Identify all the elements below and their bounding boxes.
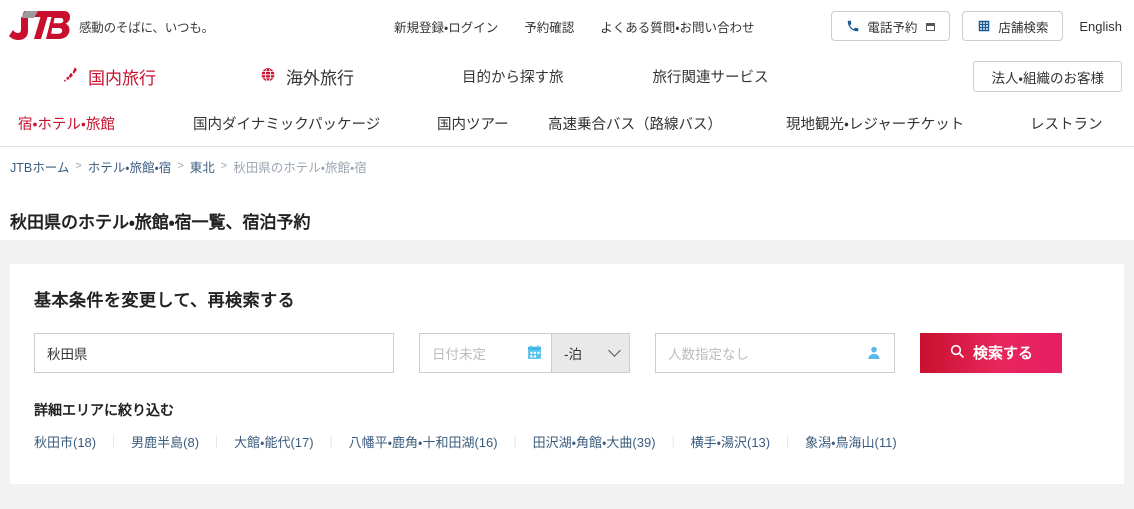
person-icon[interactable] bbox=[866, 345, 882, 361]
area-link-yokote-yuzawa[interactable]: 横手・湯沢(13) bbox=[691, 432, 771, 451]
brand-tagline: 感動のそばに、いつも。 bbox=[79, 20, 214, 35]
checkin-date-placeholder: 日付未定 bbox=[432, 346, 486, 362]
chevron-down-icon bbox=[608, 344, 621, 358]
breadcrumb-separator: > bbox=[177, 160, 184, 172]
phone-reservation-button[interactable]: 電話予約 bbox=[831, 11, 951, 41]
utility-link-faq-contact[interactable]: よくある質問・お問い合わせ bbox=[600, 17, 754, 36]
building-icon bbox=[977, 19, 991, 33]
guests-input[interactable]: 人数指定なし bbox=[655, 332, 895, 373]
corporate-customers-button[interactable]: 法人・組織のお客様 bbox=[973, 61, 1122, 92]
calendar-icon[interactable] bbox=[526, 344, 543, 361]
area-separator: ｜ bbox=[508, 434, 522, 450]
area-separator: ｜ bbox=[324, 434, 338, 450]
page-title: 秋田県のホテル・旅館・宿一覧、宿泊予約 bbox=[0, 196, 1134, 241]
japan-map-icon bbox=[62, 66, 79, 88]
breadcrumb: JTBホーム > ホテル・旅館・宿 > 東北 > 秋田県のホテル・旅館・宿 bbox=[0, 147, 1134, 185]
search-button-label: 検索する bbox=[972, 345, 1033, 363]
nav-overseas-travel-label: 海外旅行 bbox=[286, 69, 354, 88]
area-link-odate-noshiro[interactable]: 大館・能代(17) bbox=[234, 432, 314, 451]
breadcrumb-item-current: 秋田県のホテル・旅館・宿 bbox=[233, 160, 367, 175]
nav-travel-related-services[interactable]: 旅行関連サービス bbox=[653, 66, 769, 87]
breadcrumb-separator: > bbox=[75, 160, 82, 172]
search-panel-wrapper: 基本条件を変更して、再検索する 秋田県 日付未定 -泊 人数指定なし 検索する … bbox=[0, 251, 1134, 509]
external-window-icon bbox=[926, 23, 936, 31]
area-separator: ｜ bbox=[781, 434, 795, 450]
breadcrumb-separator: > bbox=[220, 160, 228, 172]
utility-links: 新規登録・ログイン 予約確認 よくある質問・お問い合わせ bbox=[394, 17, 755, 36]
search-panel-heading: 基本条件を変更して、再検索する bbox=[34, 290, 296, 310]
search-button[interactable]: 検索する bbox=[920, 332, 1062, 373]
category-local-sightseeing[interactable]: 現地観光・レジャーチケット bbox=[786, 113, 964, 134]
site-header: 感動のそばに、いつも。 新規登録・ログイン 予約確認 よくある質問・お問い合わせ… bbox=[0, 0, 1134, 241]
nav-domestic-travel[interactable]: 国内旅行 bbox=[62, 64, 156, 89]
globe-icon bbox=[259, 65, 277, 88]
search-form-row: 秋田県 日付未定 -泊 人数指定なし 検索する bbox=[32, 332, 1102, 373]
category-restaurant[interactable]: レストラン bbox=[1030, 113, 1103, 134]
breadcrumb-item-home[interactable]: JTBホーム bbox=[10, 157, 69, 176]
nights-select-value: -泊 bbox=[564, 346, 582, 362]
brand-logo-block[interactable]: 感動のそばに、いつも。 bbox=[0, 9, 380, 43]
area-separator: ｜ bbox=[107, 434, 121, 450]
jtb-logo-icon[interactable] bbox=[8, 9, 70, 43]
checkin-date-input[interactable]: 日付未定 bbox=[419, 332, 551, 373]
utility-link-register-login[interactable]: 新規登録・ログイン bbox=[394, 17, 498, 36]
search-panel: 基本条件を変更して、再検索する 秋田県 日付未定 -泊 人数指定なし 検索する … bbox=[10, 263, 1124, 484]
area-link-akita-city[interactable]: 秋田市(18) bbox=[34, 432, 96, 451]
nav-overseas-travel[interactable]: 海外旅行 bbox=[259, 64, 354, 89]
area-separator: ｜ bbox=[666, 434, 680, 450]
area-link-hachimantai-kazuno-towadako[interactable]: 八幡平・鹿角・十和田湖(16) bbox=[349, 432, 498, 451]
category-dynamic-package[interactable]: 国内ダイナミックパッケージ bbox=[193, 113, 380, 134]
date-and-nights-group: 日付未定 -泊 bbox=[419, 332, 630, 373]
store-search-label: 店舗検索 bbox=[998, 20, 1049, 35]
utility-buttons: 電話予約 店舗検索 English bbox=[831, 11, 1122, 41]
nav-domestic-travel-label: 国内旅行 bbox=[88, 69, 156, 88]
nights-select[interactable]: -泊 bbox=[551, 332, 630, 373]
english-language-link[interactable]: English bbox=[1079, 19, 1122, 34]
category-lodging[interactable]: 宿・ホテル・旅館 bbox=[18, 113, 115, 134]
phone-reservation-label: 電話予約 bbox=[867, 20, 918, 35]
nav-travel-by-purpose[interactable]: 目的から探す旅 bbox=[462, 66, 564, 87]
guests-input-placeholder: 人数指定なし bbox=[668, 346, 749, 362]
area-filter-heading: 詳細エリアに絞り込む bbox=[34, 401, 174, 418]
category-highway-bus[interactable]: 高速乗合バス（路線バス） bbox=[548, 113, 722, 134]
breadcrumb-item-lodging[interactable]: ホテル・旅館・宿 bbox=[88, 157, 172, 176]
area-link-oga-peninsula[interactable]: 男鹿半島(8) bbox=[131, 432, 199, 451]
destination-input[interactable]: 秋田県 bbox=[34, 332, 394, 373]
utility-link-reservation-check[interactable]: 予約確認 bbox=[524, 17, 574, 36]
category-domestic-tour[interactable]: 国内ツアー bbox=[437, 113, 509, 134]
destination-input-value: 秋田県 bbox=[47, 346, 88, 362]
utility-nav-bar: 感動のそばに、いつも。 新規登録・ログイン 予約確認 よくある質問・お問い合わせ… bbox=[0, 0, 1134, 52]
phone-icon bbox=[846, 19, 860, 33]
area-separator: ｜ bbox=[210, 434, 224, 450]
store-search-button[interactable]: 店舗検索 bbox=[962, 11, 1064, 41]
search-icon bbox=[949, 343, 965, 363]
area-link-kisakata-chokaisan[interactable]: 象潟・鳥海山(11) bbox=[805, 432, 897, 451]
main-nav-bar: 国内旅行 海外旅行 目的から探す旅 旅行関連サービス 法人・組織のお客様 bbox=[0, 52, 1134, 101]
breadcrumb-item-tohoku[interactable]: 東北 bbox=[190, 157, 215, 176]
area-link-tazawako-kakunodate-omagari[interactable]: 田沢湖・角館・大曲(39) bbox=[533, 432, 656, 451]
category-nav-bar: 宿・ホテル・旅館 国内ダイナミックパッケージ 国内ツアー 高速乗合バス（路線バス… bbox=[0, 101, 1134, 147]
area-filter-links: 秋田市(18) ｜ 男鹿半島(8) ｜ 大館・能代(17) ｜ 八幡平・鹿角・十… bbox=[34, 432, 1102, 451]
